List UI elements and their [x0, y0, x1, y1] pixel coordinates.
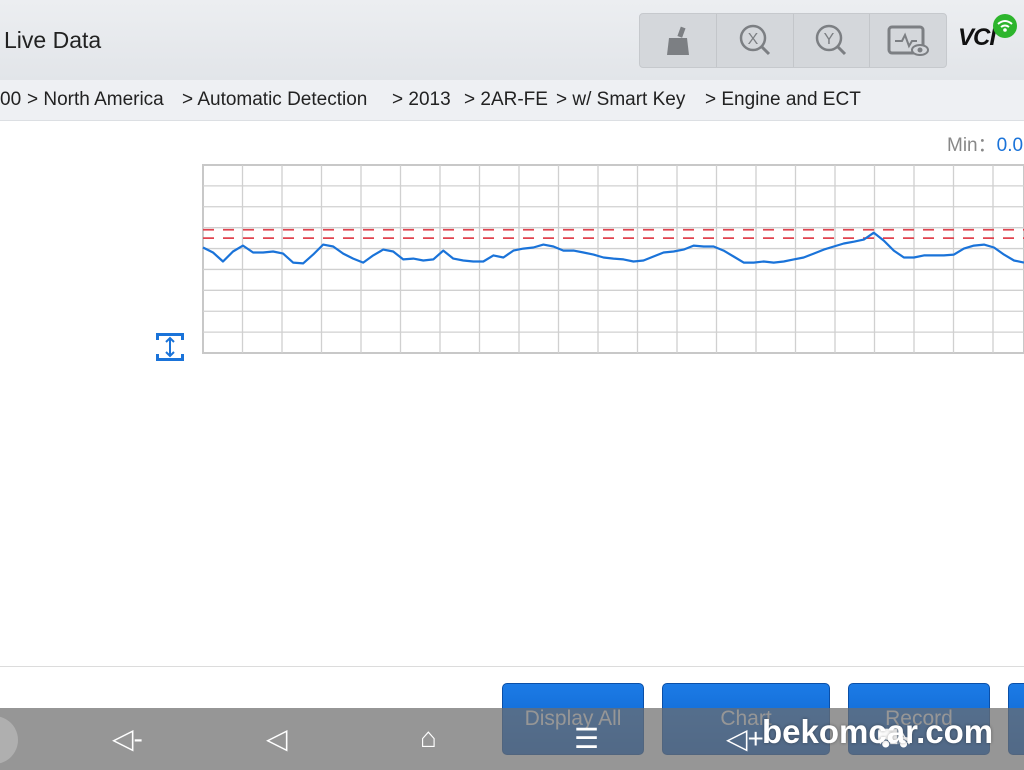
- volume-up-icon[interactable]: ◁+: [726, 722, 764, 755]
- divider: [0, 666, 1024, 667]
- nav-pill[interactable]: [0, 716, 18, 764]
- vertical-scale-icon: [156, 333, 184, 361]
- back-icon[interactable]: ◁: [266, 722, 288, 755]
- live-data-graph: [202, 164, 1024, 354]
- volume-down-icon[interactable]: ◁-: [112, 722, 143, 755]
- home-icon[interactable]: ⌂: [420, 722, 437, 754]
- watermark: bekomcar.com: [762, 713, 994, 750]
- auto-scale-button[interactable]: [155, 331, 185, 368]
- menu-icon[interactable]: ☰: [574, 722, 599, 755]
